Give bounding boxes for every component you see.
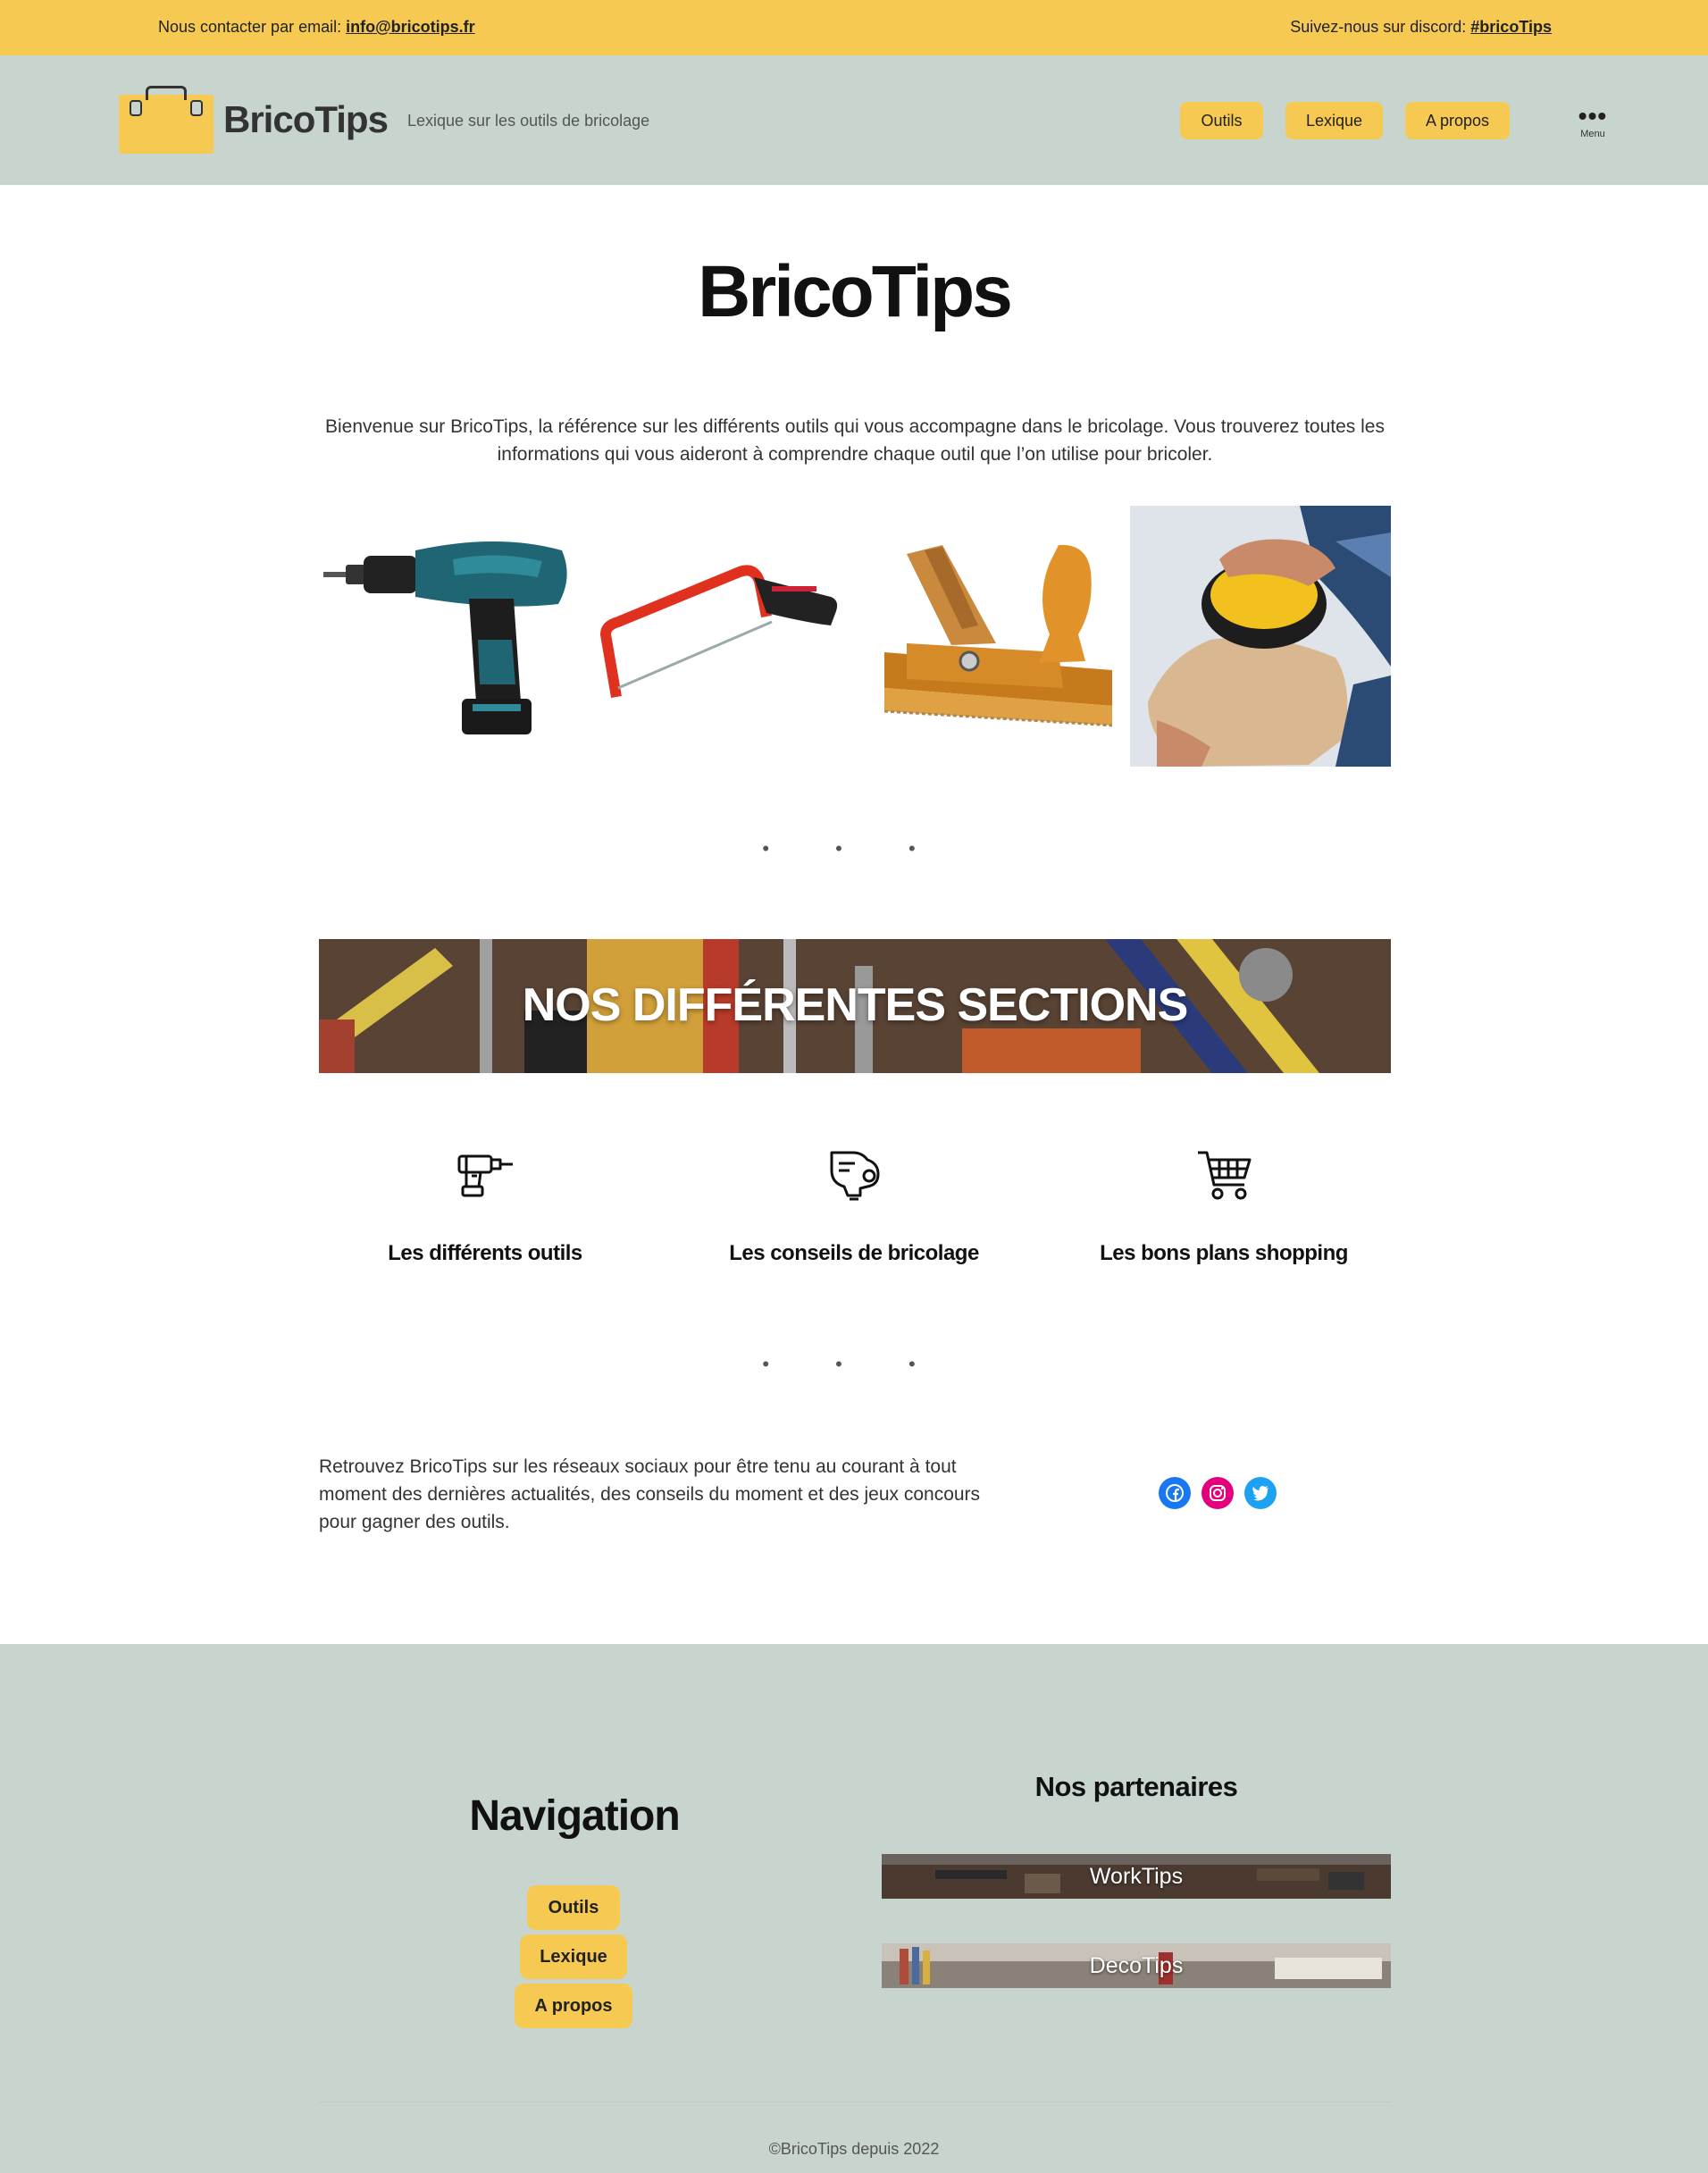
twitter-icon[interactable] bbox=[1244, 1477, 1277, 1509]
section-label-conseils: Les conseils de bricolage bbox=[729, 1241, 979, 1265]
logo-latch-left bbox=[130, 100, 142, 116]
shopping-cart-icon bbox=[1198, 1151, 1252, 1200]
facebook-icon[interactable] bbox=[1159, 1477, 1191, 1509]
site-tagline: Lexique sur les outils de bricolage bbox=[407, 112, 650, 130]
sections-banner: NOS DIFFÉRENTES SECTIONS bbox=[319, 939, 1391, 1073]
logo-handle bbox=[146, 86, 187, 100]
separator-dots: • • • bbox=[762, 1353, 946, 1375]
discord-link[interactable]: #bricoTips bbox=[1470, 18, 1552, 36]
site-title[interactable]: BricoTips bbox=[223, 98, 389, 141]
intro-paragraph: Bienvenue sur BricoTips, la référence su… bbox=[325, 416, 1385, 465]
top-bar: Nous contacter par email: info@bricotips… bbox=[0, 0, 1708, 55]
partner-label-worktips: WorkTips bbox=[1089, 1864, 1184, 1889]
drill-image bbox=[323, 541, 567, 734]
section-label-shopping: Les bons plans shopping bbox=[1100, 1241, 1348, 1265]
footer-button-outils[interactable]: Outils bbox=[527, 1885, 620, 1930]
contact-email-link[interactable]: info@bricotips.fr bbox=[346, 18, 475, 36]
footer-button-a-propos[interactable]: A propos bbox=[515, 1984, 632, 2028]
site-header: BricoTips Lexique sur les outils de bric… bbox=[0, 55, 1708, 185]
discord-text: Suivez-nous sur discord: #bricoTips bbox=[1290, 18, 1552, 37]
social-links bbox=[1159, 1477, 1277, 1509]
drill-icon bbox=[457, 1154, 513, 1197]
partner-link-worktips[interactable]: WorkTips bbox=[882, 1854, 1391, 1899]
toolbox-logo-icon[interactable] bbox=[119, 86, 214, 154]
section-card-conseils[interactable]: Les conseils de bricolage bbox=[675, 1144, 1033, 1266]
sander-image bbox=[1130, 506, 1391, 767]
hacksaw-image bbox=[600, 565, 838, 699]
sections-banner-title: NOS DIFFÉRENTES SECTIONS bbox=[522, 979, 1189, 1031]
menu-label: Menu bbox=[1580, 129, 1605, 139]
menu-button[interactable]: ••• Menu bbox=[1566, 102, 1620, 152]
site-footer: Navigation Outils Lexique A propos Nos p… bbox=[0, 1644, 1708, 2173]
section-card-shopping[interactable]: Les bons plans shopping bbox=[1045, 1144, 1402, 1266]
logo-latch-right bbox=[190, 100, 203, 116]
separator-dots: • • • bbox=[762, 837, 946, 860]
instagram-glyph bbox=[1210, 1485, 1226, 1501]
facebook-glyph bbox=[1166, 1484, 1184, 1502]
instagram-icon[interactable] bbox=[1201, 1477, 1234, 1509]
partner-label-decotips: DecoTips bbox=[1089, 1953, 1184, 1978]
nav-button-a-propos[interactable]: A propos bbox=[1405, 102, 1510, 139]
page-title: BricoTips bbox=[698, 251, 1013, 332]
nav-button-outils[interactable]: Outils bbox=[1180, 102, 1263, 139]
footer-button-lexique[interactable]: Lexique bbox=[520, 1934, 627, 1979]
discord-prefix: Suivez-nous sur discord: bbox=[1290, 18, 1471, 36]
nav-button-lexique[interactable]: Lexique bbox=[1285, 102, 1383, 139]
contact-email-text: Nous contacter par email: info@bricotips… bbox=[158, 18, 475, 37]
section-label-outils: Les différents outils bbox=[388, 1241, 582, 1265]
contact-email-prefix: Nous contacter par email: bbox=[158, 18, 347, 36]
social-paragraph: Retrouvez BricoTips sur les réseaux soci… bbox=[319, 1456, 981, 1532]
partner-link-decotips[interactable]: DecoTips bbox=[882, 1943, 1391, 1988]
section-card-outils[interactable]: Les différents outils bbox=[306, 1144, 664, 1266]
footer-navigation-title: Navigation bbox=[469, 1792, 680, 1840]
copyright-text: ©BricoTips depuis 2022 bbox=[768, 2140, 940, 2158]
twitter-glyph bbox=[1252, 1486, 1268, 1501]
more-dots-icon: ••• bbox=[1578, 102, 1608, 130]
hand-plane-image bbox=[883, 544, 1112, 727]
partners-title: Nos partenaires bbox=[1034, 1771, 1238, 1802]
lightbulb-head-icon bbox=[830, 1151, 880, 1201]
